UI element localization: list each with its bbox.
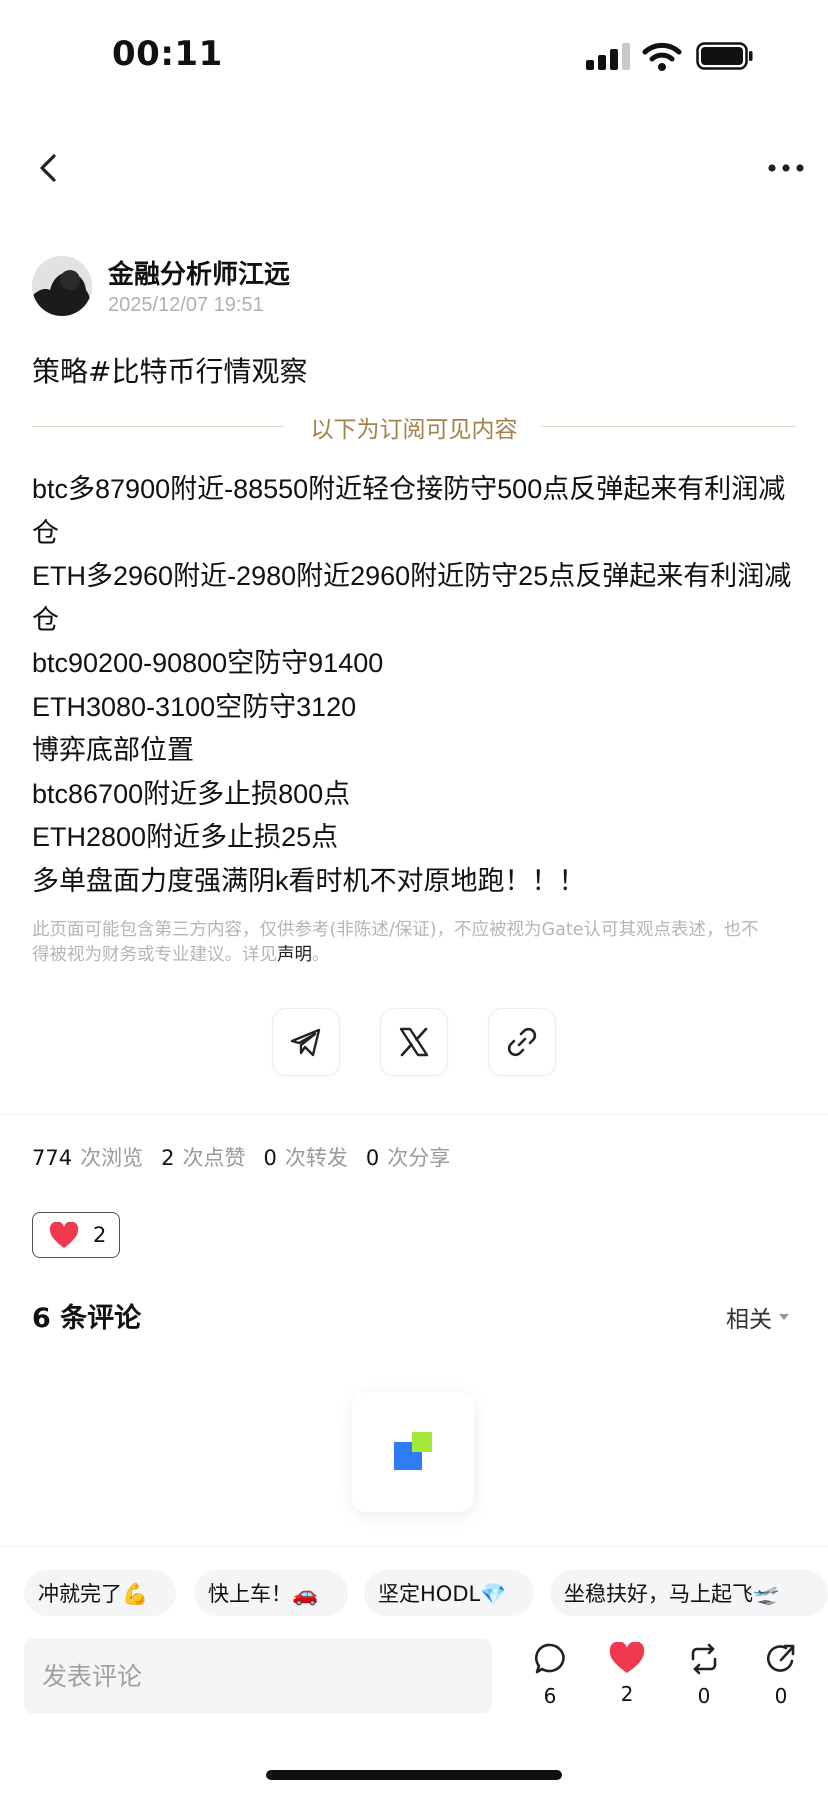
share-telegram-button[interactable] bbox=[272, 1008, 340, 1076]
post-stats: 774 次浏览 2 次点赞 0 次转发 0 次分享 bbox=[32, 1142, 468, 1172]
loading-spinner bbox=[352, 1392, 474, 1512]
post-detail-page: 00:11 金融分析师江远 2 025/12/07 19:51 策略#比特币行情观… bbox=[0, 0, 828, 1795]
link-icon bbox=[507, 1027, 537, 1057]
x-icon bbox=[399, 1027, 429, 1057]
views-label: 次浏览 bbox=[80, 1146, 144, 1170]
content-line: 多单盘面力度强满阴k看时机不对原地跑！！！ bbox=[32, 865, 586, 896]
share-x-button[interactable] bbox=[380, 1008, 448, 1076]
sort-label: 相关 bbox=[726, 1307, 772, 1333]
repost-icon bbox=[691, 1643, 717, 1675]
author-name[interactable]: 金融分析师江远 bbox=[108, 254, 290, 291]
status-time: 00:11 bbox=[112, 34, 223, 74]
copy-link-button[interactable] bbox=[488, 1008, 556, 1076]
heart-icon bbox=[49, 1221, 79, 1248]
repost-action[interactable]: 0 bbox=[679, 1642, 729, 1708]
like-reaction-chip[interactable]: 2 bbox=[32, 1212, 120, 1258]
divider-line-right bbox=[542, 426, 796, 427]
comments-action-count: 6 bbox=[543, 1684, 557, 1708]
battery-icon bbox=[696, 42, 753, 70]
quick-reply-chip[interactable]: 冲就完了💪 bbox=[24, 1570, 176, 1616]
comments-title: 6 条评论 bbox=[32, 1303, 142, 1334]
caret-down-icon bbox=[779, 1314, 789, 1320]
content-line: 博弈底部位置 bbox=[32, 735, 194, 765]
back-icon[interactable] bbox=[30, 148, 66, 188]
more-options-icon[interactable] bbox=[764, 150, 808, 186]
cellular-signal-icon bbox=[586, 42, 630, 70]
heart-filled-icon bbox=[609, 1642, 645, 1673]
shares-label: 次分享 bbox=[387, 1146, 451, 1170]
author-avatar[interactable] bbox=[32, 256, 92, 316]
shares-count: 0 bbox=[365, 1146, 380, 1170]
content-line: btc多87900附近-88550附近轻仓接防守500点反弹起来有利润减仓 bbox=[32, 474, 786, 548]
disclaimer-end: 。 bbox=[312, 945, 330, 965]
comment-sort-select[interactable]: 相关 bbox=[726, 1300, 790, 1334]
content-line: ETH2800附近多止损25点 bbox=[32, 822, 339, 852]
content-line: ETH3080-3100空防守3120 bbox=[32, 691, 357, 722]
share-icon bbox=[766, 1644, 795, 1672]
views-count: 774 bbox=[32, 1146, 73, 1170]
comment-input[interactable] bbox=[24, 1638, 492, 1714]
disclaimer-text: 此页面可能包含第三方内容，仅供参考(非陈述/保证)，不应被视为Gate认可其观点… bbox=[32, 920, 759, 965]
comment-bubble-icon bbox=[534, 1643, 565, 1674]
avatar-image bbox=[32, 256, 92, 316]
quick-reply-chip[interactable]: 坐稳扶好，马上起飞🛫 bbox=[550, 1570, 828, 1616]
repost-action-count: 0 bbox=[697, 1684, 711, 1708]
content-line: btc86700附近多止损800点 bbox=[32, 778, 351, 809]
loader-green-square bbox=[412, 1432, 432, 1452]
status-bar: 00:11 bbox=[0, 0, 828, 110]
share-row bbox=[0, 1008, 828, 1076]
content-line: btc90200-90800空防守91400 bbox=[32, 648, 384, 678]
like-action-count: 2 bbox=[620, 1682, 634, 1706]
disclaimer-link[interactable]: 声明 bbox=[277, 945, 312, 965]
quick-reply-chip[interactable]: 坚定HODL💎 bbox=[364, 1570, 534, 1616]
likes-count: 2 bbox=[161, 1146, 175, 1170]
reposts-count: 0 bbox=[263, 1146, 277, 1170]
comments-action[interactable]: 6 bbox=[525, 1642, 575, 1708]
content-line: ETH多2960附近-2980附近2960附近防守25点反弹起来有利润减仓 bbox=[32, 561, 792, 635]
post-title: 策略#比特币行情观察 bbox=[32, 355, 308, 388]
home-indicator bbox=[266, 1770, 562, 1780]
like-action[interactable]: 2 bbox=[602, 1642, 652, 1706]
disclaimer: 此页面可能包含第三方内容，仅供参考(非陈述/保证)，不应被视为Gate认可其观点… bbox=[32, 918, 772, 968]
share-action-count: 0 bbox=[774, 1684, 788, 1708]
quick-reply-chip[interactable]: 快上车！🚗 bbox=[194, 1570, 348, 1616]
reposts-label: 次转发 bbox=[284, 1146, 348, 1170]
post-date: 2025/12/07 19:51 bbox=[108, 294, 264, 316]
post-content: btc多87900附近-88550附近轻仓接防守500点反弹起来有利润减仓 ET… bbox=[32, 468, 802, 903]
subscriber-content-divider: 以下为订阅可见内容 bbox=[310, 417, 518, 443]
section-separator bbox=[0, 1114, 828, 1115]
share-action[interactable]: 0 bbox=[756, 1642, 806, 1708]
telegram-icon bbox=[290, 1028, 321, 1057]
wifi-icon bbox=[642, 42, 682, 71]
likes-label: 次点赞 bbox=[182, 1146, 246, 1170]
reaction-count: 2 bbox=[93, 1223, 107, 1247]
